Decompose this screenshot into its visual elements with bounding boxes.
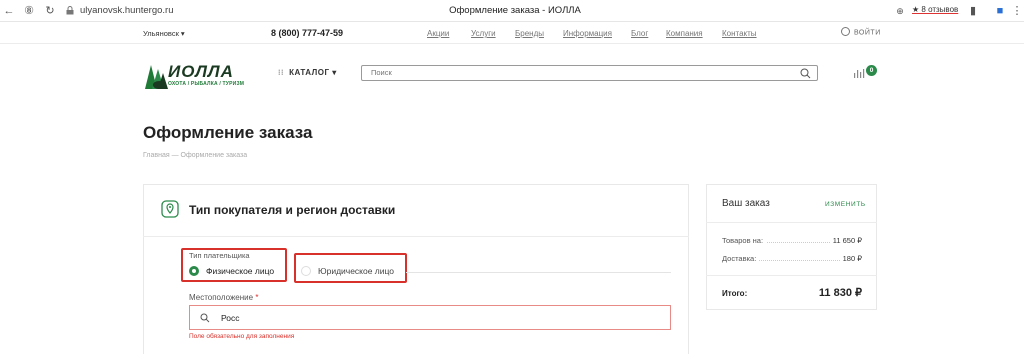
location-pin-icon bbox=[161, 200, 179, 218]
location-label-text: Местоположение bbox=[189, 293, 254, 302]
location-value[interactable]: Росс bbox=[221, 313, 240, 323]
menu-icon[interactable]: ⋮ bbox=[1010, 4, 1024, 18]
reviews-extension[interactable]: ★ 8 отзывов bbox=[912, 5, 958, 14]
nav-link-services[interactable]: Услуги bbox=[471, 29, 496, 38]
page-title: Оформление заказа bbox=[143, 123, 313, 142]
total-value: 11 830 ₽ bbox=[818, 287, 862, 299]
top-info-bar: Ульяновск ▾ 8 (800) 777-47-59 Акции Услу… bbox=[0, 22, 1024, 44]
items-value: 11 650 ₽ bbox=[829, 236, 862, 245]
logo-subtitle: ОХОТА / РЫБАЛКА / ТУРИЗМ bbox=[168, 81, 245, 87]
search-bar[interactable] bbox=[361, 65, 818, 81]
nav-link-promotions[interactable]: Акции bbox=[427, 29, 449, 38]
location-error: Поле обязательно для заполнения bbox=[189, 333, 295, 340]
forward-icon[interactable]: ⑧ bbox=[22, 4, 36, 18]
delivery-value: 180 ₽ bbox=[839, 254, 862, 263]
nav-link-contacts[interactable]: Контакты bbox=[722, 29, 757, 38]
grid-icon: ⁝⁝ bbox=[278, 68, 285, 77]
order-divider bbox=[706, 275, 877, 276]
search-input[interactable] bbox=[371, 68, 771, 77]
breadcrumb[interactable]: Главная — Оформление заказа bbox=[143, 152, 247, 159]
payer-type-label: Тип плательщика bbox=[189, 251, 250, 260]
back-icon[interactable]: ← bbox=[2, 4, 16, 18]
search-icon bbox=[200, 313, 210, 323]
radio-legal-entity[interactable] bbox=[301, 266, 311, 276]
total-label: Итого: bbox=[722, 289, 748, 298]
nav-link-brands[interactable]: Бренды bbox=[515, 29, 544, 38]
tab-title: Оформление заказа - ИОЛЛА bbox=[449, 5, 581, 16]
divider-line bbox=[406, 272, 671, 273]
login-label: ВОЙТИ bbox=[854, 29, 881, 37]
logo-text: ИОЛЛА bbox=[168, 62, 234, 81]
required-mark: * bbox=[255, 293, 259, 302]
location-input[interactable]: Росс bbox=[189, 305, 671, 330]
browser-toolbar: ← ⑧ ↻ ulyanovsk.huntergo.ru Оформление з… bbox=[0, 0, 1024, 22]
nav-link-information[interactable]: Информация bbox=[563, 29, 612, 38]
city-selector[interactable]: Ульяновск ▾ bbox=[143, 29, 185, 38]
translate-icon[interactable]: ⊕ bbox=[893, 4, 907, 18]
items-total-row: Товаров на: 11 650 ₽ bbox=[722, 236, 862, 245]
catalog-label: КАТАЛОГ ▾ bbox=[289, 68, 337, 77]
compare-count-badge: 0 bbox=[866, 65, 877, 76]
bookmark-icon[interactable]: ▮ bbox=[966, 4, 980, 18]
reload-icon[interactable]: ↻ bbox=[43, 4, 57, 18]
items-label: Товаров на: bbox=[722, 236, 767, 245]
catalog-button[interactable]: ⁝⁝ КАТАЛОГ ▾ bbox=[278, 68, 337, 77]
radio-legal-label[interactable]: Юридическое лицо bbox=[318, 266, 394, 276]
location-label: Местоположение * bbox=[189, 293, 258, 302]
login-button[interactable]: ВОЙТИ bbox=[841, 27, 881, 37]
order-divider bbox=[706, 222, 877, 223]
section-title: Тип покупателя и регион доставки bbox=[189, 203, 396, 217]
nav-link-blog[interactable]: Блог bbox=[631, 29, 648, 38]
order-title: Ваш заказ bbox=[722, 198, 770, 209]
section-divider bbox=[143, 236, 689, 237]
search-icon[interactable] bbox=[800, 68, 811, 79]
delivery-row: Доставка: 180 ₽ bbox=[722, 254, 862, 263]
user-icon bbox=[841, 27, 850, 36]
radio-individual-label[interactable]: Физическое лицо bbox=[206, 266, 274, 276]
edit-order-link[interactable]: ИЗМЕНИТЬ bbox=[825, 201, 866, 208]
phone-number[interactable]: 8 (800) 777-47-59 bbox=[271, 28, 343, 38]
extension-icon[interactable]: ■ bbox=[993, 4, 1007, 18]
delivery-label: Доставка: bbox=[722, 254, 760, 263]
address-bar[interactable]: ulyanovsk.huntergo.ru bbox=[64, 3, 179, 19]
nav-link-company[interactable]: Компания bbox=[666, 29, 703, 38]
compare-icon[interactable] bbox=[853, 68, 865, 78]
radio-individual-selected[interactable] bbox=[189, 266, 199, 276]
